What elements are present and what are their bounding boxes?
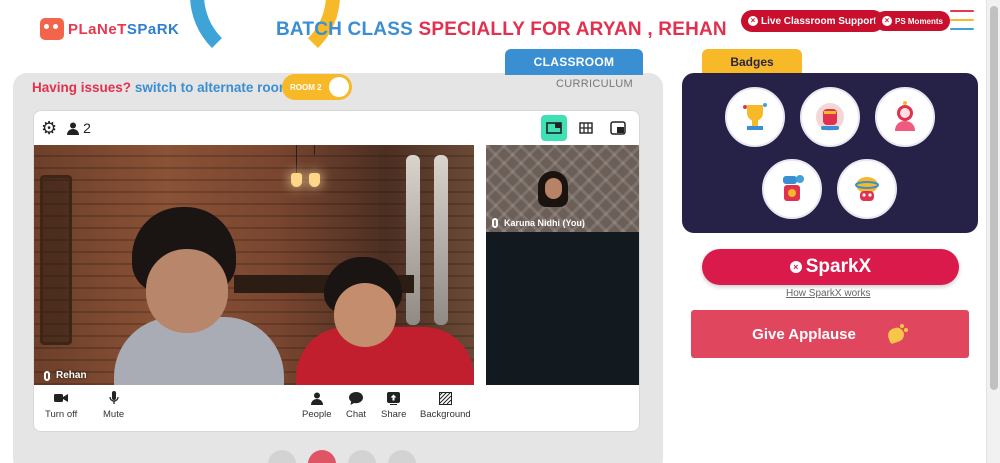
- participant-video-figure: [296, 257, 474, 385]
- globe-icon[interactable]: [388, 450, 416, 463]
- chat-button[interactable]: Chat: [346, 391, 366, 420]
- microphone-icon: [44, 370, 50, 381]
- toggle-knob: [329, 77, 349, 97]
- background-label: Background: [420, 409, 471, 420]
- video-background: [309, 145, 320, 187]
- turn-off-label: Turn off: [45, 409, 78, 420]
- tab-curriculum[interactable]: CURRICULUM: [556, 78, 633, 90]
- participant-count[interactable]: 2: [67, 120, 91, 136]
- bottom-toolbar: [268, 450, 416, 463]
- clapping-hands-icon: [886, 324, 908, 344]
- picture-in-picture-button[interactable]: [605, 115, 631, 141]
- close-circle-icon: ×: [882, 16, 892, 26]
- fullscreen-icon[interactable]: [268, 450, 296, 463]
- camera-icon: [54, 394, 69, 402]
- turn-off-camera-button[interactable]: Turn off: [45, 391, 77, 420]
- sparkx-button[interactable]: × SparkX: [702, 249, 959, 285]
- people-button[interactable]: People: [302, 391, 332, 420]
- pencil-icon[interactable]: [348, 450, 376, 463]
- gear-icon[interactable]: ⚙: [41, 119, 57, 137]
- brain-badge-icon[interactable]: [837, 159, 897, 219]
- main-video-tile: Rehan: [34, 145, 474, 385]
- title-suffix: SPECIALLY FOR ARYAN , REHAN: [418, 19, 727, 40]
- support-button-label: Live Classroom Support: [761, 15, 877, 27]
- badges-panel: [682, 73, 978, 233]
- participant-name-tag: Rehan: [44, 370, 87, 381]
- switch-room-link[interactable]: switch to alternate room: [135, 80, 291, 95]
- participant-video-figure: [114, 205, 284, 385]
- planetspark-logo[interactable]: PLaNeTSPaRK: [40, 18, 179, 40]
- applause-label: Give Applause: [752, 325, 856, 343]
- room-toggle-label: ROOM 2: [290, 82, 322, 92]
- fist-badge-icon[interactable]: [800, 87, 860, 147]
- room-2-toggle[interactable]: ROOM 2: [282, 74, 352, 100]
- menu-icon[interactable]: [950, 10, 974, 30]
- pip-icon: [610, 121, 626, 135]
- mute-label: Mute: [103, 409, 125, 420]
- call-controls: Turn off Mute People Chat Share Backgrou…: [34, 385, 639, 431]
- video-background: [40, 175, 72, 345]
- self-video-tile: Karuna Nidhi (You): [486, 145, 639, 232]
- self-name-tag: Karuna Nidhi (You): [492, 218, 585, 228]
- grid-view-button[interactable]: [573, 115, 599, 141]
- speaker-view-button[interactable]: [541, 115, 567, 141]
- microphone-icon: [108, 391, 119, 404]
- empty-video-area: [486, 232, 639, 385]
- trophy-badge-icon[interactable]: [725, 87, 785, 147]
- give-applause-button[interactable]: Give Applause: [691, 310, 969, 358]
- self-participant-name: Karuna Nidhi (You): [504, 218, 585, 228]
- main-participant-name: Rehan: [56, 370, 87, 381]
- live-classroom-support-button[interactable]: × Live Classroom Support: [741, 10, 884, 32]
- people-label: People: [302, 409, 332, 420]
- background-button[interactable]: Background: [420, 391, 471, 420]
- person-icon: [67, 122, 80, 135]
- sparkx-label: SparkX: [805, 256, 872, 277]
- tab-classroom[interactable]: CLASSROOM: [505, 49, 643, 75]
- chat-label: Chat: [346, 409, 367, 420]
- title-prefix: BATCH CLASS: [276, 19, 413, 40]
- microphone-icon: [492, 218, 498, 228]
- page: PLaNeTSPaRK BATCH CLASS SPECIALLY FOR AR…: [0, 0, 1000, 463]
- video-toolbar: ⚙ 2: [34, 111, 639, 145]
- issues-question: Having issues?: [32, 80, 132, 95]
- ps-button-label: PS Moments: [895, 16, 944, 26]
- speaker-view-icon: [546, 122, 562, 134]
- badges-tab: Badges: [702, 49, 802, 75]
- how-sparkx-works-link[interactable]: How SparkX works: [786, 288, 870, 299]
- share-screen-icon: [387, 391, 401, 405]
- alternate-room-prompt: Having issues? switch to alternate room: [32, 80, 291, 95]
- video-background: [291, 145, 302, 187]
- astronaut-badge-icon[interactable]: [875, 87, 935, 147]
- grid-view-icon: [579, 122, 593, 134]
- power-icon[interactable]: [308, 450, 336, 463]
- person-icon: [310, 392, 323, 405]
- video-call-card: ⚙ 2 Rehan Karuna Nidhi (You) Turn off Mu…: [33, 110, 640, 432]
- background-icon: [438, 391, 452, 405]
- mute-button[interactable]: Mute: [103, 391, 124, 420]
- chat-icon: [349, 391, 364, 405]
- ps-moments-button[interactable]: × PS Moments: [875, 11, 951, 31]
- logo-text: PLaNeTSPaRK: [68, 20, 180, 38]
- page-scrollbar[interactable]: [986, 0, 1000, 463]
- participant-count-value: 2: [83, 120, 91, 136]
- scrollbar-thumb[interactable]: [990, 6, 998, 390]
- share-label: Share: [381, 409, 407, 420]
- lightbulb-badge-icon[interactable]: [762, 159, 822, 219]
- page-title: BATCH CLASS SPECIALLY FOR ARYAN , REHAN: [276, 19, 727, 41]
- sparkx-icon: ×: [789, 261, 802, 273]
- share-button[interactable]: Share: [381, 391, 406, 420]
- robot-logo-icon: [40, 18, 64, 40]
- close-circle-icon: ×: [748, 16, 758, 26]
- view-mode-buttons: [541, 115, 631, 141]
